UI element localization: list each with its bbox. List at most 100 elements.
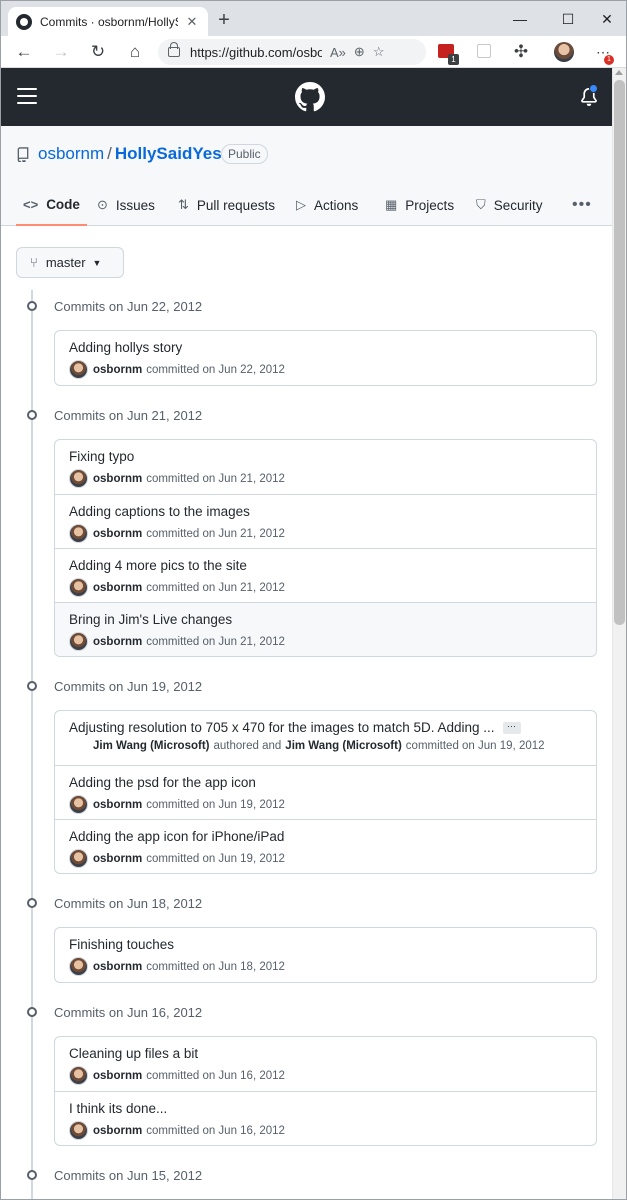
commit-author-link[interactable]: osbornm <box>93 1070 142 1082</box>
tab-label: Security <box>493 197 543 213</box>
commit-row[interactable]: Bring in Jim's Live changes osbornm commit… <box>55 602 596 656</box>
avatar[interactable] <box>69 1066 88 1085</box>
commit-title-link[interactable]: Cleaning up files a bit <box>69 1046 582 1061</box>
profile-avatar[interactable] <box>554 42 574 62</box>
commit-title-link[interactable]: Adding the app icon for iPhone/iPad <box>69 829 582 844</box>
avatar[interactable] <box>69 524 88 543</box>
commit-title-link[interactable]: Finishing touches <box>69 937 582 952</box>
github-logo-icon[interactable] <box>295 82 325 112</box>
expand-message-button[interactable]: ··· <box>502 722 521 735</box>
git-commit-icon <box>24 407 40 423</box>
commit-title-link[interactable]: Adding hollys story <box>69 340 582 355</box>
tab-pull-requests[interactable]: ⇅ Pull requests <box>178 184 275 226</box>
commit-row[interactable]: Adding hollys story osbornm committed on J… <box>55 331 596 385</box>
commit-row[interactable]: I think its done... osbornm committed on J… <box>55 1091 596 1145</box>
commit-title-text: I think its done... <box>69 1101 168 1116</box>
commit-meta: Jim Wang (Microsoft) authored and Jim Wang… <box>69 740 582 752</box>
commit-author-link[interactable]: osbornm <box>93 853 142 865</box>
repo-owner-link[interactable]: osbornm <box>38 144 104 163</box>
commit-row[interactable]: Fixing typo osbornm committed on Jun 21, 2… <box>55 440 596 494</box>
repo-name-link[interactable]: HollySaidYes <box>115 144 222 163</box>
tab-issues[interactable]: ⊙ Issues <box>97 184 155 226</box>
commit-list-card: Fixing typo osbornm committed on Jun 21, 2… <box>54 439 597 657</box>
new-tab-button[interactable]: + <box>213 9 235 31</box>
shield-icon: ⛉ <box>476 197 486 212</box>
read-aloud-icon[interactable]: A» <box>330 45 346 60</box>
repo-header: osbornm / HollySaidYes Public <> Code ⊙ Is… <box>0 126 612 226</box>
tab-title: Commits · osbornm/HollySaidYes <box>40 15 178 29</box>
home-icon[interactable]: ⌂ <box>122 40 148 64</box>
commit-row[interactable]: Cleaning up files a bit osbornm committed … <box>55 1037 596 1091</box>
hamburger-menu-icon[interactable] <box>17 88 37 104</box>
reload-icon[interactable]: ↻ <box>85 40 111 64</box>
commit-row[interactable]: Finishing touches osbornm committed on Jun… <box>55 928 596 982</box>
commit-author-link[interactable]: osbornm <box>93 582 142 594</box>
extension-grey-icon[interactable] <box>477 44 491 58</box>
favorite-icon[interactable]: ☆ <box>373 44 385 60</box>
commit-title-link[interactable]: Fixing typo <box>69 449 582 464</box>
commit-date-text: committed on Jun 21, 2012 <box>146 527 285 540</box>
minimize-button[interactable]: — <box>503 7 537 31</box>
tab-close-icon[interactable]: ✕ <box>184 14 200 30</box>
zoom-icon[interactable]: ⊕ <box>354 44 365 60</box>
scroll-up-arrow-icon[interactable] <box>615 70 623 75</box>
tab-label: Code <box>46 196 80 212</box>
maximize-button[interactable]: ☐ <box>551 7 585 31</box>
commit-author-link[interactable]: osbornm <box>93 636 142 648</box>
back-icon[interactable]: ← <box>11 40 37 64</box>
commit-meta: osbornm committed on Jun 19, 2012 <box>69 795 582 814</box>
browser-tab[interactable]: Commits · osbornm/HollySaidYes ✕ <box>8 7 208 37</box>
commit-row[interactable]: Adjusting resolution to 705 x 470 for th… <box>55 711 596 765</box>
extensions-puzzle-icon[interactable]: ✣ <box>508 40 534 64</box>
close-window-button[interactable]: ✕ <box>590 7 624 31</box>
address-bar[interactable]: https://github.com/osbornm/HollySaidYes/… <box>158 39 426 65</box>
commit-row[interactable]: Adding 4 more pics to the site osbornm com… <box>55 548 596 602</box>
commit-title-link[interactable]: Adding the psd for the app icon <box>69 775 582 790</box>
issue-icon: ⊙ <box>97 197 108 212</box>
commit-author-link[interactable]: osbornm <box>93 473 142 485</box>
avatar[interactable] <box>69 360 88 379</box>
tab-actions[interactable]: ▷ Actions <box>296 184 358 226</box>
commit-row[interactable]: Adding the psd for the app icon osbornm co… <box>55 765 596 819</box>
repo-separator: / <box>107 144 112 163</box>
commit-title-text: Bring in Jim's Live changes <box>69 612 233 627</box>
commit-title-text: Adding captions to the images <box>69 504 250 519</box>
commit-author-link[interactable]: osbornm <box>93 528 142 540</box>
branch-select-button[interactable]: ⑂ master ▼ <box>16 247 124 278</box>
avatar[interactable] <box>69 1121 88 1140</box>
commit-meta: osbornm committed on Jun 18, 2012 <box>69 957 582 976</box>
more-tabs-button[interactable]: ••• <box>572 184 592 226</box>
avatar[interactable] <box>69 632 88 651</box>
commit-group-header: Commits on Jun 16, 2012 <box>24 1002 202 1022</box>
tab-code[interactable]: <> Code <box>16 184 87 226</box>
commit-title-link[interactable]: Adding captions to the images <box>69 504 582 519</box>
forward-icon[interactable]: → <box>48 40 74 64</box>
commit-title-link[interactable]: Adding 4 more pics to the site <box>69 558 582 573</box>
commit-author-link[interactable]: osbornm <box>93 364 142 376</box>
commit-author-link[interactable]: osbornm <box>93 1125 142 1137</box>
url-text[interactable]: https://github.com/osbornm/HollySaidYes/… <box>190 45 322 60</box>
commit-author-link[interactable]: Jim Wang (Microsoft) <box>93 740 210 752</box>
scrollbar-thumb[interactable] <box>614 80 625 625</box>
tab-security[interactable]: ⛉ Security <box>476 184 543 226</box>
avatar[interactable] <box>69 795 88 814</box>
commit-row[interactable]: Adding captions to the images osbornm comm… <box>55 494 596 548</box>
avatar[interactable] <box>69 578 88 597</box>
commit-title-link[interactable]: Bring in Jim's Live changes <box>69 612 582 627</box>
avatar[interactable] <box>69 849 88 868</box>
commit-author-link[interactable]: osbornm <box>93 961 142 973</box>
tab-projects[interactable]: ▦ Projects <box>385 184 454 226</box>
commit-title-link[interactable]: I think its done... <box>69 1101 582 1116</box>
commit-author-link[interactable]: osbornm <box>93 799 142 811</box>
avatar[interactable] <box>69 957 88 976</box>
commit-title-text: Adding 4 more pics to the site <box>69 558 247 573</box>
committer-link[interactable]: Jim Wang (Microsoft) <box>285 740 402 752</box>
commit-row[interactable]: Adding the app icon for iPhone/iPad osbor… <box>55 819 596 873</box>
lock-icon[interactable] <box>168 42 180 57</box>
commit-title-link[interactable]: Adjusting resolution to 705 x 470 for th… <box>69 720 582 735</box>
commit-date-label: Commits on Jun 21, 2012 <box>54 407 203 423</box>
avatar[interactable] <box>69 469 88 488</box>
commit-group-header: Commits on Jun 15, 2012 <box>24 1165 202 1185</box>
extension-badge: 1 <box>448 54 459 65</box>
commit-group-header: Commits on Jun 22, 2012 <box>24 296 202 316</box>
